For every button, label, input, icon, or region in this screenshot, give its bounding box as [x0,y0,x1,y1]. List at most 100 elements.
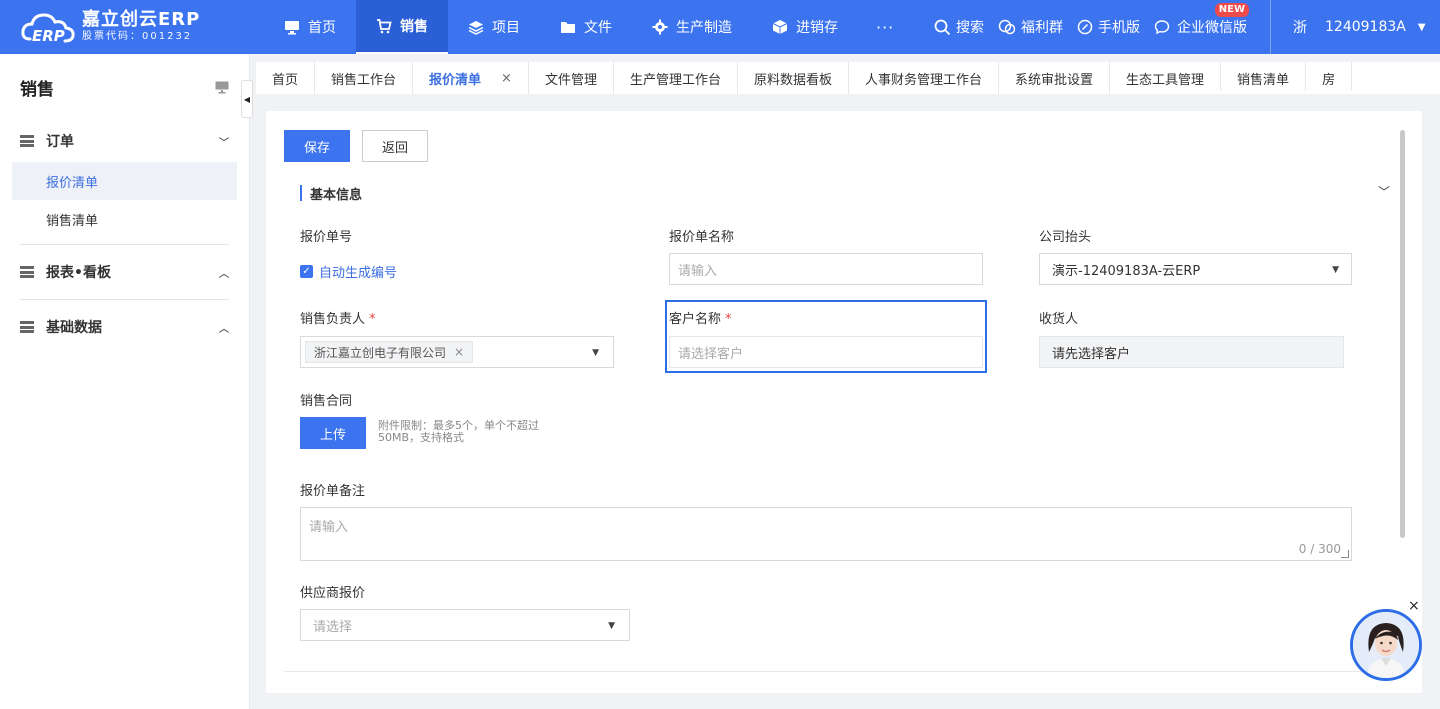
sidebar-group-reports[interactable]: 报表•看板 ︿ [0,251,249,293]
nav-project[interactable]: 项目 [448,0,540,54]
user-account: 12409183A [1325,19,1406,35]
tab-material-dashboard[interactable]: 原料数据看板 [738,62,849,94]
nav-more-button[interactable]: ··· [858,0,912,54]
search-label: 搜索 [956,20,984,36]
check-icon: ✓ [300,265,313,278]
tab-file-management[interactable]: 文件管理 [529,62,614,94]
header-tools: 搜索 福利群 手机版 企业微信版 NEW [934,0,1261,54]
tab-label: 销售工作台 [331,72,397,88]
company-value: 演示-12409183A-云ERP [1052,263,1201,279]
upload-hint-line2: 50MB，支持格式 [378,431,465,444]
caret-down-icon: ▼ [608,621,615,631]
stock-code: 股票代码：001232 [82,31,193,42]
nav-file[interactable]: 文件 [540,0,632,54]
chevron-up-icon: ︿ [219,268,229,280]
sidebar-group-orders-label: 订单 [46,134,74,150]
sales-owner-tag: 浙江嘉立创电子有限公司 × [305,341,474,363]
tab-approval-settings[interactable]: 系统审批设置 [999,62,1111,94]
divider [284,671,1404,672]
nav-file-label: 文件 [584,20,612,36]
tab-overflow[interactable]: 房 [1306,62,1353,94]
tab-hr-finance-workbench[interactable]: 人事财务管理工作台 [849,62,1000,94]
list-icon [20,321,34,333]
save-button[interactable]: 保存 [284,130,350,162]
back-button[interactable]: 返回 [362,130,428,162]
tab-scrollbar-track [1186,91,1438,94]
tab-label: 人事财务管理工作台 [865,72,983,88]
search-button[interactable]: 搜索 [934,17,984,37]
resize-handle-icon[interactable] [1341,550,1349,558]
sales-owner-select[interactable]: 浙江嘉立创电子有限公司 × ▼ [300,336,614,368]
welfare-group-label: 福利群 [1021,20,1063,36]
supplier-quote-placeholder: 请选择 [313,619,353,635]
wecom-version-button[interactable]: 企业微信版 NEW [1154,3,1249,37]
tab-home[interactable]: 首页 [256,62,316,94]
top-bar: ERP 嘉立创云ERP 股票代码：001232 首页 销售 项目 文件 生产制造 [0,0,1440,54]
screen-icon[interactable] [215,81,229,94]
tab-label: 生态工具管理 [1126,72,1205,88]
nav-home[interactable]: 首页 [264,0,356,54]
user-menu[interactable]: 浙 12409183A ▼ [1270,0,1426,54]
highlight-box [665,300,987,373]
page-scrollbar[interactable] [1400,130,1405,538]
tab-label: 原料数据看板 [753,72,832,88]
upload-button[interactable]: 上传 [300,417,366,449]
nav-inventory[interactable]: 进销存 [752,0,858,54]
wecom-version-label: 企业微信版 [1177,20,1247,36]
sidebar-item-quote-list[interactable]: 报价清单 [12,162,237,200]
tab-bar: 首页 销售工作台 报价清单 × 文件管理 生产管理工作台 原料数据看板 人事财务管… [256,62,1440,94]
close-icon[interactable]: × [501,71,512,86]
quote-form-card: 保存 返回 基本信息 ﹀ 报价单号 ✓ 自动生成编号 报价单名称 请输入 公司抬… [266,111,1422,693]
nav-manufacturing[interactable]: 生产制造 [632,0,752,54]
search-icon [934,19,951,35]
sidebar: 销售 订单 ﹀ 报价清单 销售清单 报表•看板 ︿ 基础数据 ︿ [0,54,250,709]
quote-name-input[interactable]: 请输入 [669,253,983,285]
divider [20,299,229,300]
remark-counter: 0 / 300 [1298,542,1341,556]
brand-logo[interactable]: ERP 嘉立创云ERP 股票代码：001232 [0,0,230,54]
sidebar-item-sales-list[interactable]: 销售清单 [12,200,237,238]
nav-manufacturing-label: 生产制造 [676,20,732,36]
supplier-quote-select[interactable]: 请选择 ▼ [300,609,630,641]
nav-sales-label: 销售 [400,19,428,35]
quote-no-label: 报价单号 [300,230,353,245]
tab-production-workbench[interactable]: 生产管理工作台 [614,62,738,94]
nav-project-label: 项目 [492,20,520,36]
mobile-version-label: 手机版 [1098,20,1140,36]
cart-icon [377,18,392,33]
monitor-icon [285,20,299,34]
nav-sales[interactable]: 销售 [356,0,448,54]
sales-owner-label: 销售负责人 * [300,308,376,327]
box-icon [772,20,788,34]
tab-quote-list[interactable]: 报价清单 × [413,62,529,94]
tab-eco-tools[interactable]: 生态工具管理 [1110,62,1222,94]
section-title: 基本信息 [300,185,362,203]
sidebar-collapse-button[interactable]: ◀ [241,80,253,118]
caret-down-icon: ▼ [1417,21,1426,33]
company-select[interactable]: 演示-12409183A-云ERP ▼ [1039,253,1352,285]
remark-textarea[interactable]: 请输入 0 / 300 [300,507,1352,561]
tab-label: 生产管理工作台 [629,72,721,88]
tab-sales-list[interactable]: 销售清单 [1221,62,1307,94]
brand-name: 嘉立创云ERP [82,9,201,30]
receiver-label: 收货人 [1039,312,1079,327]
wecom-icon [1154,20,1170,35]
sidebar-group-basic-data-label: 基础数据 [46,320,102,336]
remark-placeholder: 请输入 [309,520,349,535]
list-icon [20,266,34,278]
supplier-quote-label: 供应商报价 [300,586,366,601]
sidebar-group-basic-data[interactable]: 基础数据 ︿ [0,306,249,348]
tab-sales-workbench[interactable]: 销售工作台 [315,62,414,94]
mobile-version-button[interactable]: 手机版 [1077,17,1140,37]
welfare-group-button[interactable]: 福利群 [998,17,1063,37]
sidebar-group-reports-label: 报表•看板 [46,265,111,281]
auto-number-checkbox[interactable]: ✓ 自动生成编号 [300,262,397,281]
receiver-field: 请先选择客户 [1039,336,1344,368]
close-icon[interactable]: × [1408,598,1420,614]
sidebar-group-orders[interactable]: 订单 ﹀ [0,120,249,162]
new-badge: NEW [1214,3,1249,17]
assistant-avatar[interactable] [1350,609,1422,681]
chevron-down-icon[interactable]: ﹀ [1378,183,1390,200]
layers-icon [468,20,484,35]
close-icon[interactable]: × [454,345,464,359]
